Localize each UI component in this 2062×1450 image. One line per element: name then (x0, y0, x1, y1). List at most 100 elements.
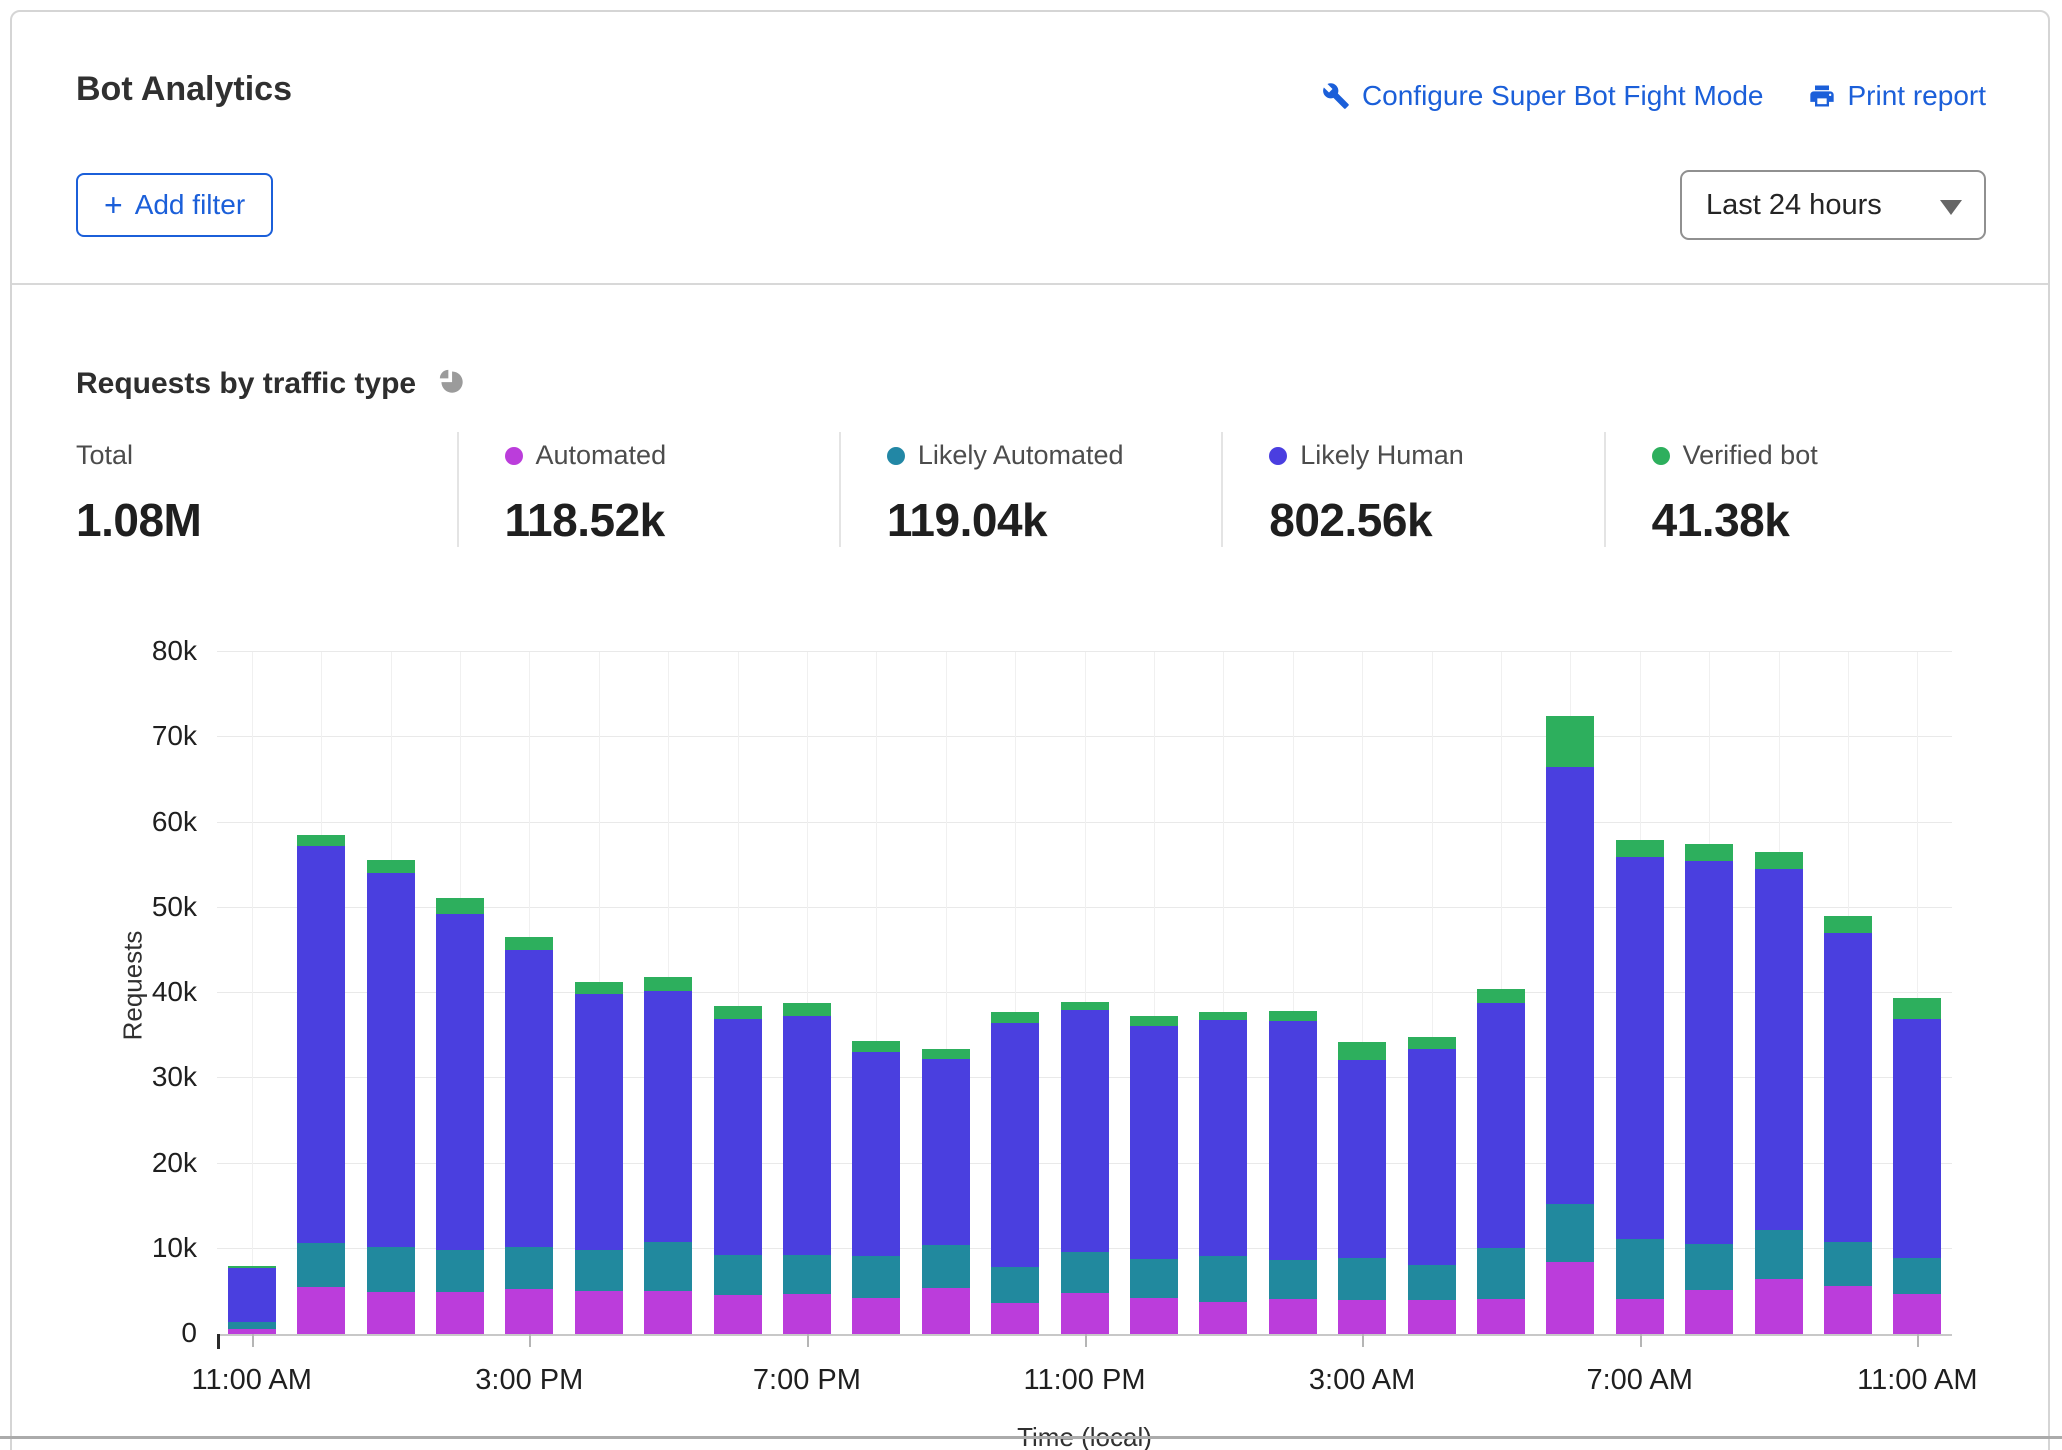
bar-hour-13[interactable] (1130, 1016, 1178, 1334)
bar-segment-automated (297, 1287, 345, 1334)
bar-segment-automated (505, 1288, 553, 1334)
section-title-row: Requests by traffic type (76, 364, 468, 403)
stat-value: 1.08M (76, 494, 202, 546)
bar-segment-likely-human (1408, 1049, 1456, 1265)
verified-bot-legend-dot (1651, 446, 1670, 465)
chevron-down-icon (1940, 200, 1962, 215)
stat-value: 118.52k (504, 494, 666, 546)
x-tick-label: 11:00 AM (1857, 1364, 1978, 1396)
bar-segment-likely-automated (505, 1247, 553, 1289)
bar-segment-likely-human (852, 1051, 900, 1257)
bar-segment-likely-automated (1199, 1256, 1247, 1302)
configure-link-label: Configure Super Bot Fight Mode (1361, 80, 1764, 111)
bar-segment-likely-automated (1824, 1242, 1872, 1287)
bar-hour-19[interactable] (1546, 715, 1594, 1334)
bar-hour-17[interactable] (1408, 1037, 1456, 1334)
bar-segment-likely-automated (297, 1242, 345, 1288)
time-range-select[interactable]: Last 24 hours (1680, 170, 1986, 240)
bar-segment-automated (1408, 1299, 1456, 1334)
bar-segment-automated (1338, 1299, 1386, 1334)
add-filter-button[interactable]: + Add filter (76, 173, 274, 237)
x-tick-mark (529, 1334, 532, 1347)
bar-segment-likely-human (436, 913, 484, 1251)
bar-segment-automated (644, 1291, 692, 1334)
origin-tick-mark (217, 1334, 220, 1349)
bar-hour-11[interactable] (991, 1011, 1039, 1334)
bar-segment-verified-bot (1130, 1016, 1178, 1027)
print-report-link[interactable]: Print report (1808, 80, 1986, 112)
bar-segment-likely-automated (644, 1242, 692, 1292)
x-tick-label: 7:00 PM (752, 1364, 861, 1396)
bar-segment-likely-automated (714, 1254, 762, 1295)
bar-segment-verified-bot (1893, 998, 1941, 1019)
x-tick-mark (1917, 1334, 1920, 1347)
bar-segment-likely-automated (367, 1247, 415, 1293)
y-tick-label: 0 (181, 1317, 197, 1348)
bar-hour-14[interactable] (1199, 1011, 1247, 1334)
bar-hour-7[interactable] (714, 1005, 762, 1334)
bar-segment-verified-bot (922, 1049, 970, 1059)
bar-hour-23[interactable] (1824, 915, 1872, 1334)
header-actions: Configure Super Bot Fight Mode Print rep… (1322, 80, 1986, 112)
bar-segment-likely-human (1893, 1018, 1941, 1259)
card-header: Bot Analytics Configure Super Bot Fight … (12, 12, 2048, 285)
y-tick-label: 80k (151, 635, 197, 666)
bar-hour-1[interactable] (297, 835, 345, 1334)
bar-segment-likely-human (1269, 1021, 1317, 1260)
y-tick-label: 40k (151, 976, 197, 1007)
bar-segment-automated (1755, 1278, 1803, 1334)
x-tick-label: 3:00 PM (475, 1364, 584, 1396)
bar-segment-likely-human (783, 1016, 831, 1255)
x-tick-mark (1362, 1334, 1365, 1347)
bar-segment-likely-human (1338, 1059, 1386, 1259)
bar-hour-22[interactable] (1755, 852, 1803, 1334)
bar-segment-verified-bot (1338, 1042, 1386, 1060)
page: Bot Analytics Configure Super Bot Fight … (0, 0, 2062, 1450)
bar-hour-12[interactable] (1061, 1001, 1109, 1334)
add-filter-label: Add filter (134, 189, 246, 220)
bar-segment-verified-bot (644, 976, 692, 992)
stat-label: Automated (504, 440, 839, 471)
bar-hour-4[interactable] (505, 936, 553, 1334)
bar-segment-automated (436, 1292, 484, 1334)
bar-hour-8[interactable] (783, 1003, 831, 1334)
bar-segment-automated (1685, 1289, 1733, 1334)
bar-hour-10[interactable] (922, 1049, 970, 1334)
bar-hour-5[interactable] (575, 981, 623, 1334)
x-tick-label: 7:00 AM (1586, 1364, 1693, 1396)
bar-segment-likely-human (505, 949, 553, 1248)
stat-likely-automated: Likely Automated 119.04k (838, 432, 1221, 547)
bar-hour-2[interactable] (367, 860, 415, 1334)
configure-super-bot-fight-mode-link[interactable]: Configure Super Bot Fight Mode (1322, 80, 1764, 112)
bar-segment-automated (1477, 1299, 1525, 1334)
bar-segment-automated (1616, 1299, 1664, 1334)
bar-segment-automated (783, 1293, 831, 1334)
bar-segment-likely-human (1824, 933, 1872, 1243)
likely-human-legend-dot (1269, 446, 1288, 465)
bar-segment-likely-automated (1685, 1243, 1733, 1290)
bar-segment-likely-human (1546, 767, 1594, 1204)
bar-hour-3[interactable] (436, 897, 484, 1334)
stat-value: 41.38k (1651, 494, 1790, 546)
bar-segment-likely-automated (852, 1256, 900, 1299)
bar-segment-likely-human (1199, 1020, 1247, 1257)
bar-hour-21[interactable] (1685, 843, 1733, 1334)
bar-hour-24[interactable] (1893, 998, 1941, 1334)
bar-hour-18[interactable] (1477, 988, 1525, 1334)
v-gridline (251, 652, 253, 1334)
bar-segment-likely-human (1616, 857, 1664, 1240)
stat-label: Total (76, 440, 134, 470)
bar-segment-likely-human (1685, 860, 1733, 1244)
bar-hour-0[interactable] (228, 1265, 276, 1334)
bar-hour-9[interactable] (852, 1040, 900, 1334)
bar-hour-16[interactable] (1338, 1042, 1386, 1334)
bar-hour-6[interactable] (644, 976, 692, 1334)
bar-segment-automated (1199, 1301, 1247, 1334)
bar-segment-verified-bot (575, 981, 623, 994)
stat-verified-bot: Verified bot 41.38k (1603, 432, 1986, 547)
bar-hour-20[interactable] (1616, 839, 1664, 1334)
bar-segment-likely-automated (922, 1245, 970, 1288)
bar-segment-automated (1061, 1293, 1109, 1334)
y-tick-label: 10k (151, 1231, 197, 1263)
bar-hour-15[interactable] (1269, 1010, 1317, 1334)
